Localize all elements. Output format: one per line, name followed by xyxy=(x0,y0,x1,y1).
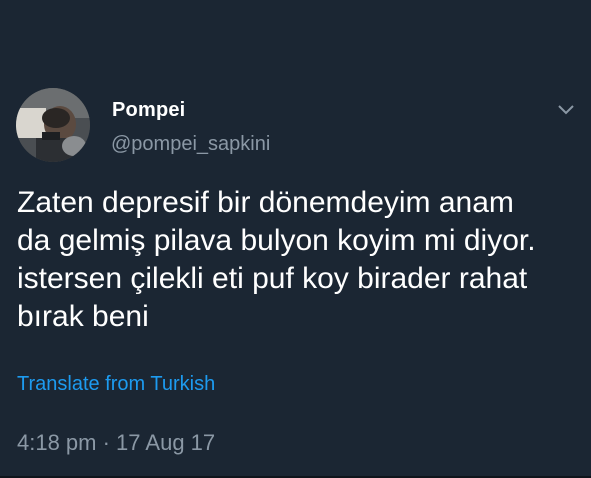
avatar-image xyxy=(16,88,90,162)
chevron-down-icon[interactable] xyxy=(557,103,575,115)
tweet-timestamp[interactable]: 4:18 pm · 17 Aug 17 xyxy=(17,430,215,456)
tweet-text: Zaten depresif bir dönemdeyim anam da ge… xyxy=(17,186,536,333)
tweet-card: Pompei @pompei_sapkini Zaten depresif bi… xyxy=(0,0,591,478)
user-handle[interactable]: @pompei_sapkini xyxy=(111,133,270,156)
display-name[interactable]: Pompei xyxy=(112,99,185,122)
avatar[interactable] xyxy=(16,88,90,162)
translate-link[interactable]: Translate from Turkish xyxy=(17,373,215,396)
